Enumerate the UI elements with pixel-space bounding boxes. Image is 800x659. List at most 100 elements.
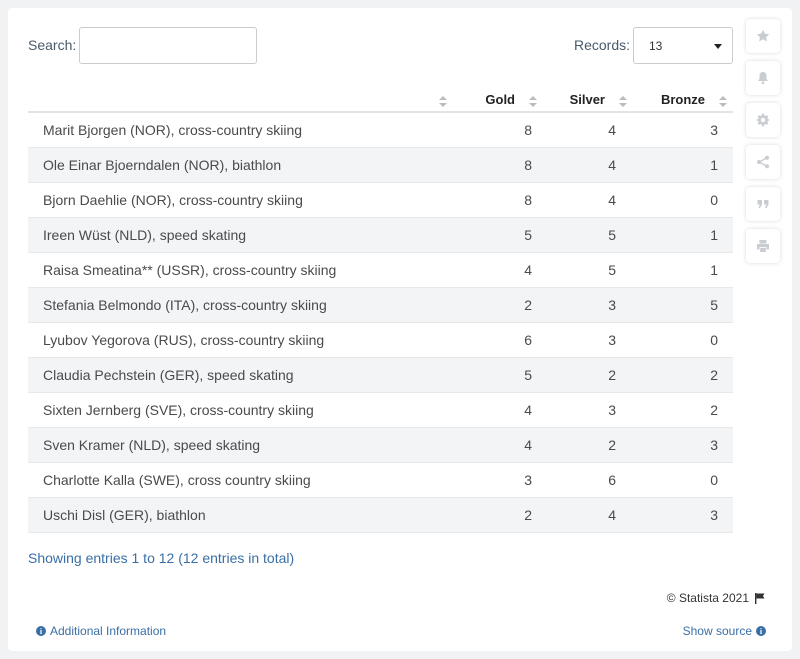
records-select[interactable]: 13: [633, 27, 733, 64]
cell-silver: 4: [543, 497, 633, 533]
cell-gold: 8: [453, 182, 543, 218]
cell-gold: 8: [453, 147, 543, 183]
copyright-text: © Statista 2021: [666, 591, 749, 605]
search-input[interactable]: [79, 27, 257, 64]
cell-silver: 6: [543, 462, 633, 498]
cell-athlete: Sven Kramer (NLD), speed skating: [28, 427, 453, 463]
cell-athlete: Sixten Jernberg (SVE), cross-country ski…: [28, 392, 453, 428]
copyright: © Statista 2021: [667, 591, 766, 605]
cell-bronze: 0: [633, 462, 733, 498]
table-row: Raisa Smeatina** (USSR), cross-country s…: [28, 252, 733, 288]
cell-bronze: 2: [633, 357, 733, 393]
caret-down-icon: [714, 44, 722, 49]
cell-athlete: Lyubov Yegorova (RUS), cross-country ski…: [28, 322, 453, 358]
gear-icon: [756, 113, 770, 127]
table-row: Stefania Belmondo (ITA), cross-country s…: [28, 287, 733, 323]
cell-silver: 2: [543, 357, 633, 393]
sort-icon: [529, 96, 537, 108]
cell-gold: 4: [453, 392, 543, 428]
cell-silver: 4: [543, 147, 633, 183]
cell-athlete: Uschi Disl (GER), biathlon: [28, 497, 453, 533]
table-row: Charlotte Kalla (SWE), cross country ski…: [28, 462, 733, 498]
table-row: Uschi Disl (GER), biathlon 2 4 3: [28, 497, 733, 533]
cell-athlete: Charlotte Kalla (SWE), cross country ski…: [28, 462, 453, 498]
notification-button[interactable]: [746, 61, 780, 95]
cell-athlete: Stefania Belmondo (ITA), cross-country s…: [28, 287, 453, 323]
share-button[interactable]: [746, 145, 780, 179]
show-source-link[interactable]: Show source i: [683, 624, 766, 638]
cell-gold: 5: [453, 217, 543, 253]
data-table: Gold Silver Bronze Marit Bjorgen (NOR), …: [28, 82, 733, 533]
table-row: Marit Bjorgen (NOR), cross-country skiin…: [28, 112, 733, 148]
statistic-card: Search: Records: 13 Gold Silver Bronze M…: [8, 8, 792, 651]
records-label: Records:: [574, 37, 631, 53]
cell-athlete: Raisa Smeatina** (USSR), cross-country s…: [28, 252, 453, 288]
cell-athlete: Bjorn Daehlie (NOR), cross-country skiin…: [28, 182, 453, 218]
share-icon: [757, 155, 769, 169]
table-row: Ireen Wüst (NLD), speed skating 5 5 1: [28, 217, 733, 253]
cell-gold: 8: [453, 112, 543, 148]
table-row: Sven Kramer (NLD), speed skating 4 2 3: [28, 427, 733, 463]
cell-silver: 5: [543, 252, 633, 288]
column-header-gold[interactable]: Gold: [453, 82, 543, 113]
cell-gold: 4: [453, 427, 543, 463]
cell-silver: 5: [543, 217, 633, 253]
info-icon: i: [756, 626, 766, 636]
sort-icon: [439, 96, 447, 108]
favorite-button[interactable]: [746, 19, 780, 53]
search-label: Search:: [28, 37, 77, 53]
print-icon: [757, 240, 769, 252]
table-row: Claudia Pechstein (GER), speed skating 5 2…: [28, 357, 733, 393]
sort-icon: [719, 96, 727, 108]
cell-bronze: 1: [633, 147, 733, 183]
cell-bronze: 3: [633, 497, 733, 533]
column-header-name[interactable]: [28, 82, 453, 113]
print-button[interactable]: [746, 229, 780, 263]
cell-bronze: 0: [633, 322, 733, 358]
table-row: Sixten Jernberg (SVE), cross-country ski…: [28, 392, 733, 428]
cell-bronze: 3: [633, 427, 733, 463]
table-row: Bjorn Daehlie (NOR), cross-country skiin…: [28, 182, 733, 218]
cell-athlete: Ole Einar Bjoerndalen (NOR), biathlon: [28, 147, 453, 183]
table-row: Lyubov Yegorova (RUS), cross-country ski…: [28, 322, 733, 358]
info-icon: i: [36, 626, 46, 636]
table-row: Ole Einar Bjoerndalen (NOR), biathlon 8 4 1: [28, 147, 733, 183]
additional-information-label: Additional Information: [50, 624, 167, 638]
bell-icon: [758, 72, 768, 85]
cell-bronze: 5: [633, 287, 733, 323]
cell-athlete: Marit Bjorgen (NOR), cross-country skiin…: [28, 112, 453, 148]
cell-gold: 4: [453, 252, 543, 288]
action-sidebar: [746, 19, 780, 271]
cite-button[interactable]: [746, 187, 780, 221]
cell-bronze: 1: [633, 217, 733, 253]
flag-icon[interactable]: [754, 592, 766, 604]
star-icon: [756, 29, 770, 42]
quote-icon: [757, 200, 769, 208]
cell-silver: 3: [543, 322, 633, 358]
cell-bronze: 2: [633, 392, 733, 428]
cell-gold: 6: [453, 322, 543, 358]
cell-athlete: Claudia Pechstein (GER), speed skating: [28, 357, 453, 393]
cell-athlete: Ireen Wüst (NLD), speed skating: [28, 217, 453, 253]
cell-bronze: 0: [633, 182, 733, 218]
cell-silver: 4: [543, 182, 633, 218]
records-select-value: 13: [649, 39, 663, 53]
settings-button[interactable]: [746, 103, 780, 137]
cell-bronze: 1: [633, 252, 733, 288]
entries-summary: Showing entries 1 to 12 (12 entries in t…: [28, 550, 295, 566]
cell-silver: 3: [543, 287, 633, 323]
column-header-bronze[interactable]: Bronze: [633, 82, 733, 113]
show-source-label: Show source: [682, 624, 752, 638]
cell-gold: 2: [453, 287, 543, 323]
sort-icon: [619, 96, 627, 108]
cell-gold: 3: [453, 462, 543, 498]
cell-gold: 5: [453, 357, 543, 393]
table-header-row: Gold Silver Bronze: [28, 82, 733, 113]
column-header-silver[interactable]: Silver: [543, 82, 633, 113]
cell-bronze: 3: [633, 112, 733, 148]
cell-silver: 2: [543, 427, 633, 463]
cell-silver: 4: [543, 112, 633, 148]
cell-gold: 2: [453, 497, 543, 533]
cell-silver: 3: [543, 392, 633, 428]
additional-information-link[interactable]: i Additional Information: [36, 624, 166, 638]
